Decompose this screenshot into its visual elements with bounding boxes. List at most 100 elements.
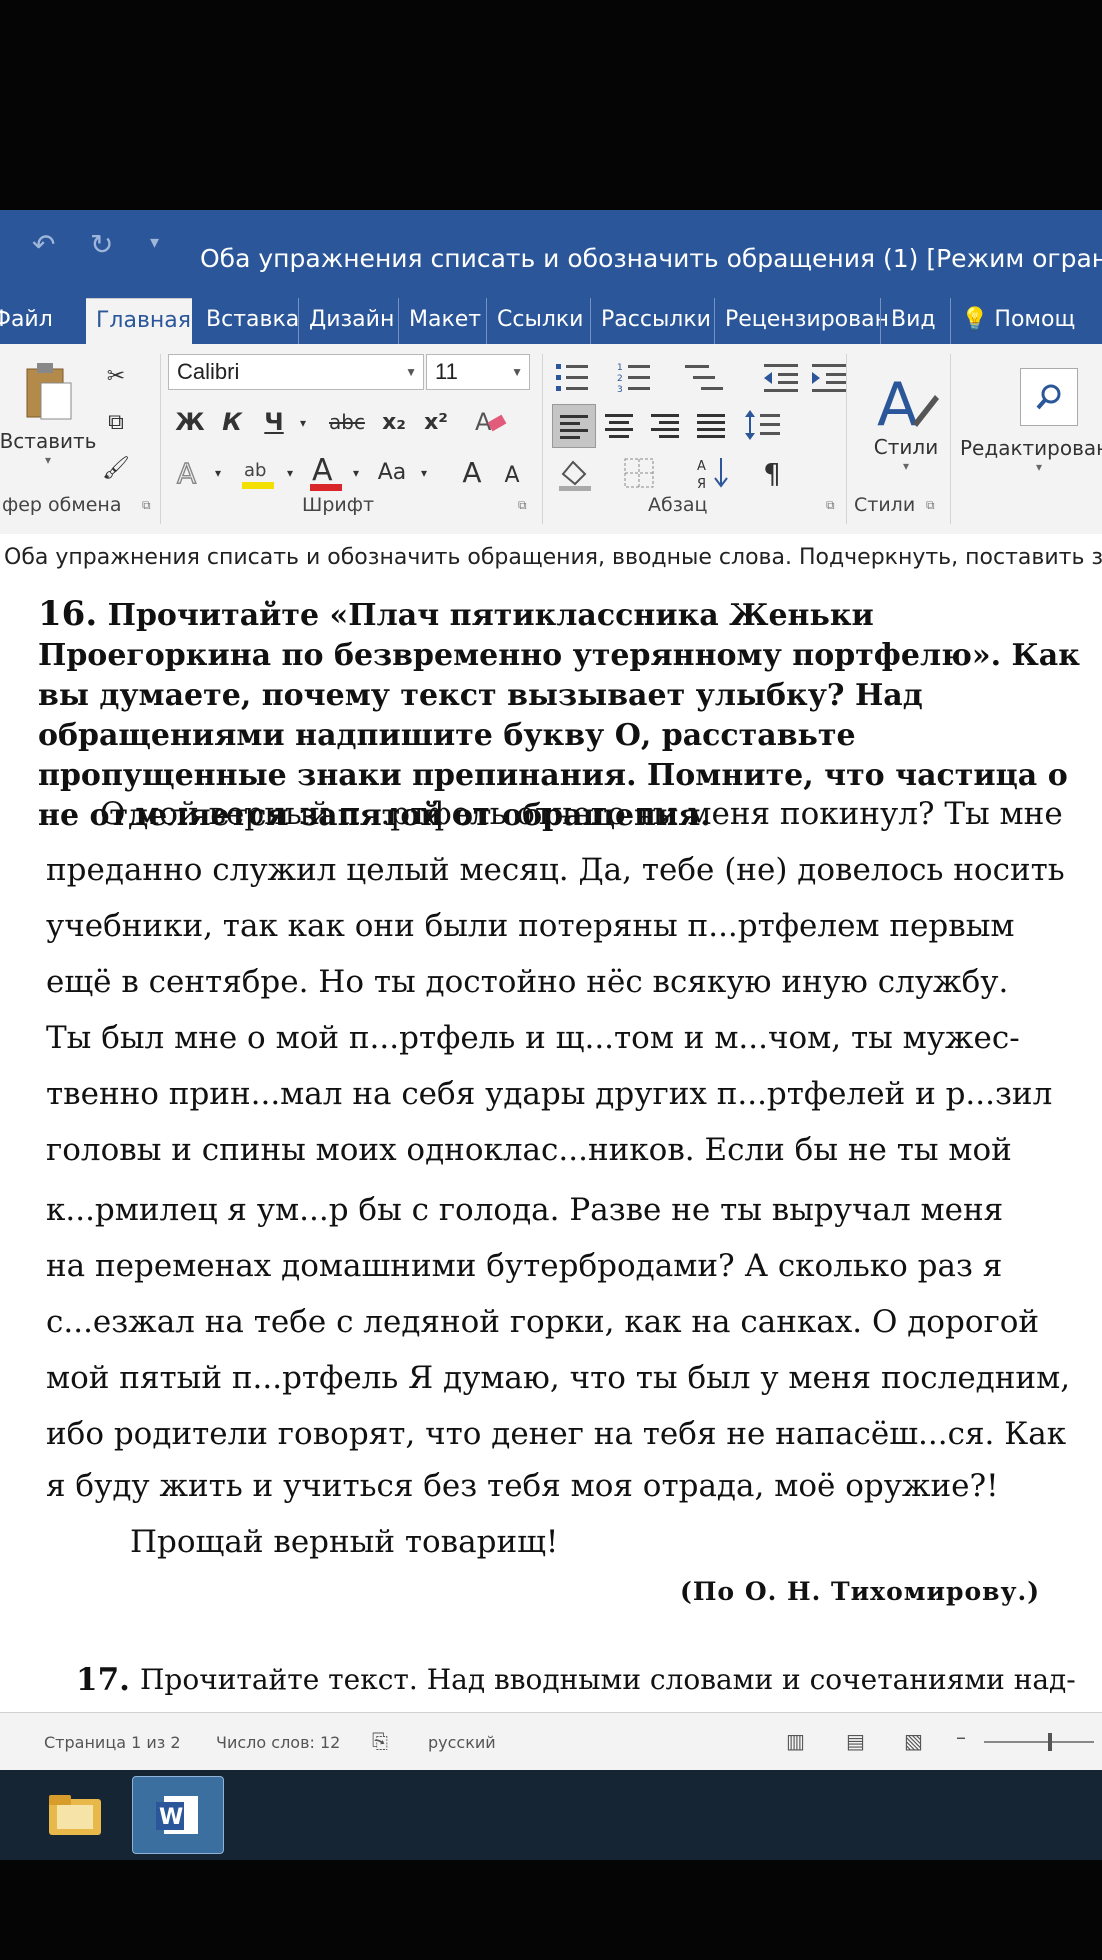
tab-view[interactable]: Вид (880, 298, 946, 344)
text-line: на переменах домашними бутербродами? А с… (46, 1248, 1003, 1284)
paragraph-group-label: Абзац (648, 494, 708, 516)
align-left-button[interactable] (552, 404, 596, 448)
tab-tell-me[interactable]: 💡 Помощ (950, 298, 1085, 344)
word-window: ↶ ↻ ▾ Оба упражнения списать и обозначит… (0, 210, 1102, 1770)
tab-review[interactable]: Рецензирован (714, 298, 899, 344)
strikethrough-button[interactable]: abc (322, 402, 372, 442)
underline-button[interactable]: Ч (256, 402, 292, 442)
copy-icon[interactable]: ⧉ (98, 404, 134, 440)
ribbon-tabs: Файл Главная Вставка Дизайн Макет Ссылки… (0, 290, 1102, 344)
chevron-down-icon[interactable]: ▾ (348, 458, 364, 488)
align-center-button[interactable] (598, 404, 640, 446)
styles-icon: A (877, 370, 939, 435)
text-line: мой пятый п...ртфель Я думаю, что ты был… (46, 1360, 1071, 1396)
font-size-combo[interactable]: 11 ▼ (426, 354, 530, 390)
numbering-icon[interactable]: 123 (614, 358, 658, 396)
window-title: Оба упражнения списать и обозначить обра… (200, 244, 1102, 273)
highlight-color-icon[interactable]: ab (236, 450, 280, 494)
quick-access-customize-icon[interactable]: ▾ (150, 232, 159, 253)
cut-icon[interactable]: ✂ (98, 358, 134, 394)
svg-text:W: W (159, 1805, 183, 1830)
word-taskbar-icon[interactable]: W (132, 1776, 224, 1854)
exercise-17-text: Прочитайте текст. Над вводными словами и… (140, 1663, 1076, 1696)
zoom-out-icon[interactable]: – (956, 1725, 966, 1749)
redo-icon[interactable]: ↻ (90, 228, 113, 261)
grow-font-button[interactable]: A (452, 450, 492, 494)
text-line: преданно служил целый месяц. Да, тебе (н… (46, 852, 1065, 888)
text-line: твенно прин...мал на себя удары других п… (46, 1076, 1053, 1112)
svg-text:3: 3 (617, 385, 623, 394)
text-line: к...рмилец я ум...р бы с голода. Разве н… (46, 1192, 1004, 1228)
group-separator (950, 354, 951, 524)
bullets-icon[interactable] (552, 358, 596, 396)
tab-insert[interactable]: Вставка (196, 298, 309, 344)
text-effects-icon[interactable]: A (172, 452, 208, 492)
document-page[interactable]: 16. Прочитайте «Плач пятиклассника Женьк… (0, 582, 1102, 1712)
justify-button[interactable] (690, 404, 732, 446)
italic-button[interactable]: К (214, 402, 250, 442)
taskbar: W (0, 1770, 1102, 1860)
group-separator (542, 354, 543, 524)
font-launcher-icon[interactable]: ⧉ (518, 498, 527, 513)
web-layout-icon[interactable]: ▧ (904, 1729, 923, 1753)
sort-icon[interactable]: АЯ (694, 452, 734, 494)
word-count[interactable]: Число слов: 12 (216, 1733, 340, 1752)
chevron-down-icon[interactable]: ▾ (416, 458, 432, 488)
paste-button[interactable]: Вставить ▾ (0, 354, 96, 474)
text-line: ещё в сентябре. Но ты достойно нёс всяку… (46, 964, 1009, 1000)
superscript-button[interactable]: x² (416, 402, 456, 442)
tab-file[interactable]: Файл (0, 298, 63, 344)
chevron-down-icon[interactable]: ▾ (282, 458, 298, 488)
font-color-button[interactable]: A (304, 448, 348, 494)
paragraph-launcher-icon[interactable]: ⧉ (826, 498, 835, 513)
line-spacing-icon[interactable] (740, 404, 788, 446)
styles-group-label: Стили (854, 494, 916, 516)
svg-text:A: A (177, 457, 196, 489)
clear-formatting-icon[interactable]: A (470, 400, 510, 442)
multilevel-list-icon[interactable] (680, 358, 730, 396)
group-separator (846, 354, 847, 524)
tab-home[interactable]: Главная (86, 298, 192, 344)
tab-references[interactable]: Ссылки (486, 298, 593, 344)
search-icon (1020, 368, 1078, 426)
svg-text:1: 1 (617, 363, 623, 373)
read-mode-icon[interactable]: ▥ (786, 1729, 805, 1753)
chevron-down-icon: ▾ (902, 459, 910, 473)
zoom-slider-thumb[interactable] (1048, 1733, 1052, 1751)
file-explorer-icon[interactable] (30, 1776, 120, 1852)
change-case-button[interactable]: Aa (368, 452, 416, 492)
styles-button[interactable]: A Стили ▾ (856, 354, 956, 488)
zoom-slider[interactable] (984, 1741, 1094, 1743)
text-line: я буду жить и учиться без тебя моя отрад… (46, 1468, 999, 1504)
title-bar: ↶ ↻ ▾ Оба упражнения списать и обозначит… (0, 210, 1102, 290)
chevron-down-icon[interactable]: ▾ (210, 458, 226, 488)
language-status[interactable]: русский (428, 1733, 496, 1752)
tab-layout[interactable]: Макет (398, 298, 491, 344)
text-line: с...езжал на тебе с ледяной горки, как н… (46, 1304, 1040, 1340)
undo-icon[interactable]: ↶ (32, 228, 55, 261)
svg-text:A: A (312, 453, 333, 488)
font-group-label: Шрифт (302, 494, 375, 516)
format-painter-icon[interactable]: 🖌 (98, 450, 134, 486)
pilcrow-icon[interactable]: ¶ (752, 452, 792, 494)
shrink-font-button[interactable]: A (494, 456, 530, 494)
font-name-combo[interactable]: Calibri ▼ (168, 354, 424, 390)
align-right-button[interactable] (644, 404, 686, 446)
borders-icon[interactable] (616, 452, 662, 494)
proofing-icon[interactable]: ⎘ (372, 1729, 388, 1753)
clipboard-launcher-icon[interactable]: ⧉ (142, 498, 151, 513)
editing-button[interactable]: Редактирован ▾ (960, 354, 1102, 488)
chevron-down-icon[interactable]: ▾ (294, 408, 312, 438)
shading-icon[interactable] (552, 452, 598, 494)
subscript-button[interactable]: x₂ (374, 402, 414, 442)
styles-launcher-icon[interactable]: ⧉ (926, 498, 935, 513)
print-layout-icon[interactable]: ▤ (846, 1729, 865, 1753)
page-count[interactable]: Страница 1 из 2 (44, 1733, 181, 1752)
decrease-indent-icon[interactable] (760, 358, 804, 396)
chevron-down-icon: ▼ (405, 365, 417, 379)
tab-mailings[interactable]: Рассылки (590, 298, 721, 344)
exercise-17-number: 17. (76, 1662, 130, 1698)
bold-button[interactable]: Ж (172, 402, 208, 442)
tab-design[interactable]: Дизайн (298, 298, 404, 344)
chevron-down-icon: ▾ (44, 453, 52, 467)
